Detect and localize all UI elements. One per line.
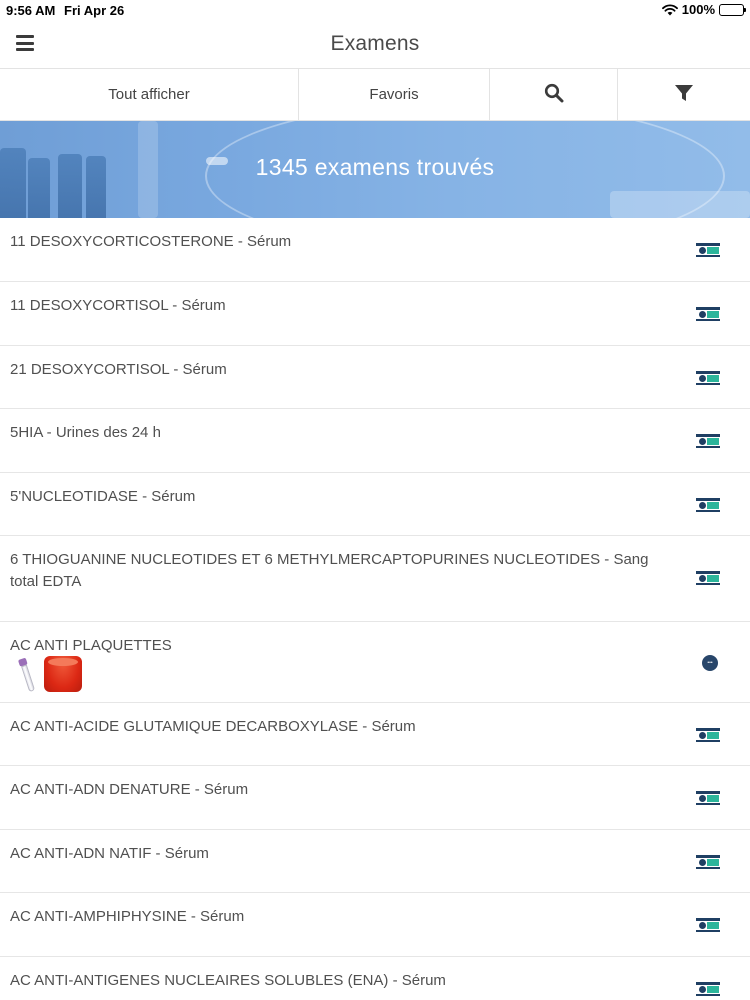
exam-list: 11 DESOXYCORTICOSTERONE - Sérum 11 DESOX… <box>0 218 750 998</box>
list-item[interactable]: 21 DESOXYCORTISOL - Sérum <box>0 346 750 409</box>
status-bar: 9:56 AM Fri Apr 26 100% <box>0 0 750 22</box>
status-date: Fri Apr 26 <box>64 3 125 18</box>
results-count: 1345 examens trouvés <box>255 154 495 180</box>
results-banner: 1345 examens trouvés <box>0 121 750 218</box>
list-item[interactable]: AC ANTI-ADN NATIF - Sérum <box>0 830 750 893</box>
list-item[interactable]: AC ANTI-AMPHIPHYSINE - Sérum <box>0 893 750 957</box>
serum-tube-icon <box>696 498 720 512</box>
exam-name: AC ANTI-ANTIGENES NUCLEAIRES SOLUBLES (E… <box>10 972 446 989</box>
wifi-icon <box>661 3 678 16</box>
battery-full-icon <box>719 3 746 16</box>
serum-tube-icon <box>696 307 720 321</box>
list-item[interactable]: 6 THIOGUANINE NUCLEOTIDES ET 6 METHYLMER… <box>0 536 750 622</box>
tab-bar: Tout afficher Favoris <box>0 68 750 121</box>
serum-tube-icon <box>696 243 720 257</box>
battery-percent: 100% <box>681 2 715 17</box>
exam-name: AC ANTI-AMPHIPHYSINE - Sérum <box>10 908 245 925</box>
navigation-bar: Examens <box>0 22 750 68</box>
serum-tube-icon <box>696 982 720 996</box>
sample-containers <box>17 654 82 693</box>
tab-favorites[interactable]: Favoris <box>299 69 490 120</box>
exam-name: 21 DESOXYCORTISOL - Sérum <box>10 361 227 378</box>
info-badge-icon: ••• <box>702 655 718 671</box>
banner-decor <box>610 191 750 218</box>
list-item[interactable]: AC ANTI-ANTIGENES NUCLEAIRES SOLUBLES (E… <box>0 957 750 998</box>
serum-tube-icon <box>696 855 720 869</box>
serum-tube-icon <box>696 918 720 932</box>
serum-tube-icon <box>696 434 720 448</box>
exam-name: 6 THIOGUANINE NUCLEOTIDES ET 6 METHYLMER… <box>10 551 649 590</box>
list-item[interactable]: AC ANTI PLAQUETTES ••• <box>0 622 750 703</box>
list-item[interactable]: AC ANTI-ADN DENATURE - Sérum <box>0 766 750 830</box>
list-item[interactable]: 11 DESOXYCORTICOSTERONE - Sérum <box>0 218 750 282</box>
exam-name: 5HIA - Urines des 24 h <box>10 424 161 441</box>
search-button[interactable] <box>490 69 618 120</box>
filter-icon <box>674 83 694 107</box>
exam-name: 5'NUCLEOTIDASE - Sérum <box>10 488 196 505</box>
exam-name: 11 DESOXYCORTISOL - Sérum <box>10 297 226 314</box>
list-item[interactable]: 5HIA - Urines des 24 h <box>0 409 750 473</box>
red-tube-image <box>44 656 82 692</box>
tab-show-all[interactable]: Tout afficher <box>0 69 299 120</box>
exam-name: AC ANTI-ADN DENATURE - Sérum <box>10 781 249 798</box>
exam-name: AC ANTI-ACIDE GLUTAMIQUE DECARBOXYLASE -… <box>10 718 416 735</box>
status-indicators: 100% <box>661 2 746 17</box>
serum-tube-icon <box>696 571 720 585</box>
search-icon <box>544 83 564 107</box>
exam-name: AC ANTI PLAQUETTES <box>10 637 172 654</box>
vial-tube-image <box>17 657 37 693</box>
list-item[interactable]: 5'NUCLEOTIDASE - Sérum <box>0 473 750 536</box>
list-item[interactable]: AC ANTI-ACIDE GLUTAMIQUE DECARBOXYLASE -… <box>0 703 750 766</box>
exam-name: AC ANTI-ADN NATIF - Sérum <box>10 845 209 862</box>
status-time: 9:56 AM <box>6 3 56 18</box>
filter-button[interactable] <box>618 69 750 120</box>
page-title: Examens <box>330 32 420 55</box>
exam-name: 11 DESOXYCORTICOSTERONE - Sérum <box>10 233 292 250</box>
serum-tube-icon <box>696 728 720 742</box>
serum-tube-icon <box>696 791 720 805</box>
serum-tube-icon <box>696 371 720 385</box>
list-item[interactable]: 11 DESOXYCORTISOL - Sérum <box>0 282 750 346</box>
